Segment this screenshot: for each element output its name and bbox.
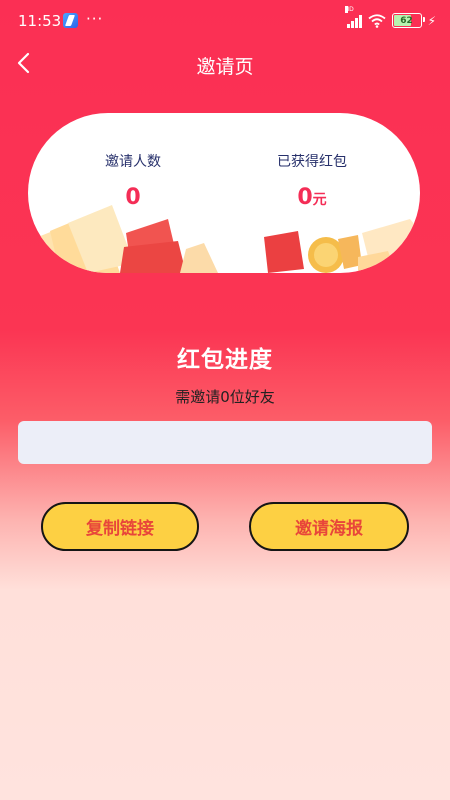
progress-bar [18,421,432,464]
invite-count-label: 邀请人数 [105,154,161,170]
red-envelope-decoration [28,205,420,273]
wifi-icon [367,13,386,28]
invite-count-value: 0 [125,185,141,210]
stats-card: 邀请人数 0 已获得红包 0元 [28,113,420,273]
signal-icon: HD [344,5,362,28]
earned-amount-unit: 元 [312,192,327,208]
copy-link-button[interactable]: 复制链接 [41,502,199,551]
status-time: 11:53 [18,12,62,30]
status-indicators: HD 62 ⚡ [344,5,436,28]
progress-subtitle: 需邀请0位好友 [175,388,275,406]
progress-title: 红包进度 [177,347,273,373]
more-notifications-icon: ··· [86,10,104,28]
page-title: 邀请页 [196,56,254,78]
earned-amount-label: 已获得红包 [277,154,347,170]
status-bar: 11:53 ··· HD 62 ⚡ [0,0,450,44]
earned-amount-number: 0 [297,185,313,210]
battery-level: 62 [400,15,413,26]
nav-bar: 邀请页 [0,44,450,84]
charging-icon: ⚡ [427,13,436,28]
app-notification-icon [63,13,78,28]
earned-amount-value: 0元 [237,185,387,210]
network-label: HD [344,5,354,13]
invite-count-stat: 邀请人数 0 [58,151,208,210]
earned-amount-stat: 已获得红包 0元 [237,151,387,210]
battery-icon: 62 [391,13,425,28]
invite-poster-button[interactable]: 邀请海报 [249,502,409,551]
